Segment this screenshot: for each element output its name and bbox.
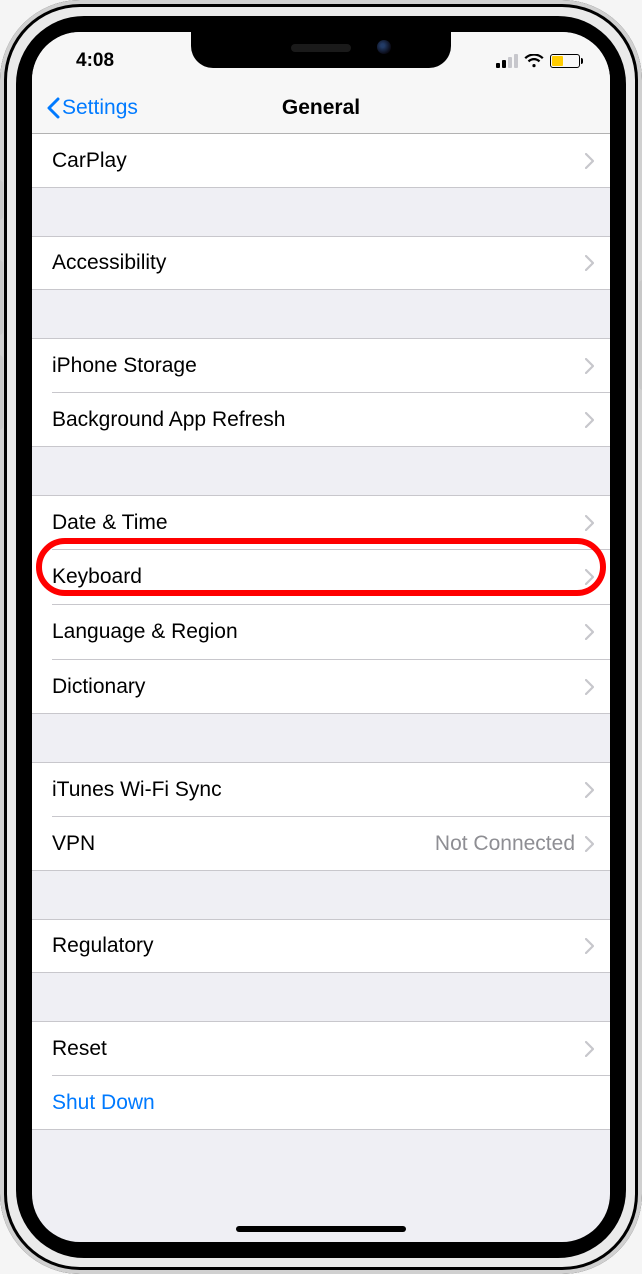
chevron-right-icon	[585, 412, 594, 428]
cell-reset[interactable]: Reset	[32, 1021, 610, 1075]
cell-regulatory[interactable]: Regulatory	[32, 919, 610, 973]
wifi-icon	[524, 54, 544, 68]
battery-icon	[550, 54, 580, 68]
volume-up-button	[0, 260, 3, 335]
cell-date-time[interactable]: Date & Time	[32, 495, 610, 549]
cell-shut-down[interactable]: Shut Down	[32, 1076, 610, 1130]
cell-language-region[interactable]: Language & Region	[32, 605, 610, 659]
back-button[interactable]: Settings	[46, 96, 138, 120]
cellular-icon	[496, 54, 518, 68]
chevron-right-icon	[585, 1041, 594, 1057]
mute-switch	[0, 180, 3, 220]
screen: 4:08 Settings General	[32, 32, 610, 1242]
chevron-right-icon	[585, 569, 594, 585]
cell-carplay[interactable]: CarPlay	[32, 134, 610, 188]
status-time: 4:08	[76, 50, 114, 72]
cell-label: Date & Time	[52, 511, 585, 535]
cell-label: iPhone Storage	[52, 354, 585, 378]
cell-detail: Not Connected	[435, 832, 575, 856]
settings-list[interactable]: CarPlay Accessibility iPhone Storage	[32, 134, 610, 1242]
chevron-right-icon	[585, 255, 594, 271]
cell-label: Accessibility	[52, 251, 585, 275]
cell-label: Dictionary	[52, 675, 585, 699]
cell-accessibility[interactable]: Accessibility	[32, 236, 610, 290]
cell-label: Language & Region	[52, 620, 585, 644]
volume-down-button	[0, 355, 3, 430]
chevron-right-icon	[585, 938, 594, 954]
cell-label: Keyboard	[52, 565, 585, 589]
cell-label: CarPlay	[52, 149, 585, 173]
page-title: General	[282, 96, 360, 120]
back-label: Settings	[62, 96, 138, 120]
chevron-left-icon	[46, 97, 60, 119]
cell-dictionary[interactable]: Dictionary	[32, 660, 610, 714]
chevron-right-icon	[585, 782, 594, 798]
cell-itunes-wifi-sync[interactable]: iTunes Wi-Fi Sync	[32, 762, 610, 816]
device-frame: 4:08 Settings General	[0, 0, 642, 1274]
cell-label: Background App Refresh	[52, 408, 585, 432]
chevron-right-icon	[585, 153, 594, 169]
cell-label: iTunes Wi-Fi Sync	[52, 778, 585, 802]
cell-vpn[interactable]: VPN Not Connected	[32, 817, 610, 871]
chevron-right-icon	[585, 836, 594, 852]
cell-background-app-refresh[interactable]: Background App Refresh	[32, 393, 610, 447]
navigation-bar: Settings General	[32, 82, 610, 134]
cell-iphone-storage[interactable]: iPhone Storage	[32, 338, 610, 392]
chevron-right-icon	[585, 624, 594, 640]
chevron-right-icon	[585, 679, 594, 695]
cell-label: Reset	[52, 1037, 585, 1061]
cell-label: Shut Down	[52, 1091, 610, 1115]
home-indicator[interactable]	[236, 1226, 406, 1232]
notch	[191, 32, 451, 68]
cell-keyboard[interactable]: Keyboard	[32, 550, 610, 604]
chevron-right-icon	[585, 358, 594, 374]
cell-label: Regulatory	[52, 934, 585, 958]
cell-label: VPN	[52, 832, 435, 856]
chevron-right-icon	[585, 515, 594, 531]
